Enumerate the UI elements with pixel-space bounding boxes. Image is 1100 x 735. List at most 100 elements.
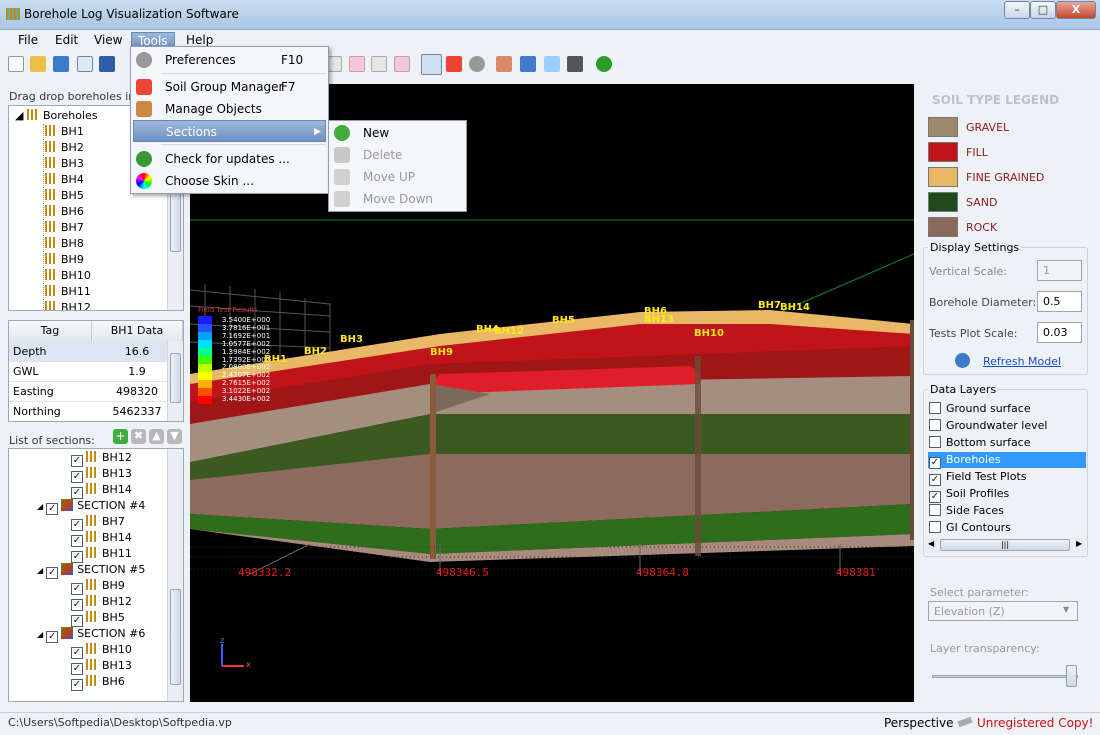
borehole-label[interactable]: BH3 (340, 334, 363, 345)
borehole-label[interactable]: BH1 (264, 354, 287, 365)
tree-item-borehole[interactable]: ✓ BH13 (71, 658, 132, 675)
vertical-scale-input[interactable]: 1 (1037, 260, 1082, 281)
tree-item-borehole[interactable]: BH4 (45, 172, 84, 188)
menu-file[interactable]: File (12, 32, 44, 49)
export-icon[interactable] (520, 56, 536, 72)
delete-section-icon[interactable]: ✖ (131, 429, 146, 444)
layer-checkbox[interactable] (929, 504, 941, 516)
refresh-icon[interactable] (955, 353, 970, 368)
tree-item-borehole[interactable]: ✓ BH14 (71, 530, 132, 547)
scroll-thumb[interactable] (170, 353, 181, 403)
tree-item-section[interactable]: ◢ ✓ SECTION #6 (37, 626, 145, 643)
scroll-thumb[interactable]: ||| (940, 539, 1070, 551)
add-section-icon[interactable]: + (113, 429, 128, 444)
borehole-label[interactable]: BH14 (780, 302, 810, 313)
section-checkbox[interactable]: ✓ (46, 631, 59, 643)
boreholes-toggle-icon[interactable] (421, 54, 442, 75)
tests-scale-input[interactable]: 0.03 (1037, 322, 1082, 343)
layers-hscrollbar[interactable]: ◀ ||| ▶ (926, 538, 1086, 553)
layer-checkbox[interactable] (929, 419, 941, 431)
section-checkbox[interactable]: ✓ (46, 567, 59, 579)
borehole-checkbox[interactable]: ✓ (71, 679, 83, 691)
document-icon[interactable] (544, 56, 560, 72)
menu-item-soil-group-manager[interactable]: Soil Group Manager F7 (133, 76, 326, 98)
cube-top-icon[interactable] (394, 56, 410, 72)
move-up-icon[interactable]: ▲ (149, 429, 164, 444)
borehole-label[interactable]: BH9 (430, 347, 453, 358)
transparency-slider-track[interactable] (932, 675, 1078, 678)
tree-item-borehole[interactable]: ✓ BH9 (71, 578, 125, 595)
borehole-label[interactable]: BH2 (304, 346, 327, 357)
layer-item[interactable]: Side Faces (928, 503, 1086, 519)
layer-checkbox[interactable] (929, 436, 941, 448)
tree-root[interactable]: ◢ Boreholes (15, 108, 98, 124)
gear-icon[interactable] (469, 56, 485, 72)
menu-item-check-updates[interactable]: Check for updates ... (133, 148, 326, 170)
layer-item[interactable]: Groundwater level (928, 418, 1086, 434)
tree-item-borehole[interactable]: BH8 (45, 236, 84, 252)
submenu-item-move-up[interactable]: Move UP (331, 166, 464, 188)
tree-item-borehole[interactable]: ✓ BH10 (71, 642, 132, 659)
import-icon[interactable] (53, 56, 69, 72)
menu-item-preferences[interactable]: Preferences F10 (133, 49, 326, 71)
tree-item-section[interactable]: ◢ ✓ SECTION #5 (37, 562, 145, 579)
tree-item-borehole[interactable]: BH5 (45, 188, 84, 204)
diameter-input[interactable]: 0.5 (1037, 291, 1082, 312)
layer-checkbox[interactable]: ✓ (929, 474, 941, 486)
collapse-icon[interactable]: ◢ (37, 630, 43, 639)
move-down-icon[interactable]: ▼ (167, 429, 182, 444)
tree-item-borehole[interactable]: ✓ BH11 (71, 546, 132, 563)
borehole-label[interactable]: BH13 (644, 314, 674, 325)
collapse-icon[interactable]: ◢ (37, 566, 43, 575)
help-icon[interactable] (596, 56, 612, 72)
scroll-left-icon[interactable]: ◀ (928, 539, 934, 548)
layer-item[interactable]: ✓ Boreholes (928, 452, 1086, 469)
tree-item-borehole[interactable]: ✓ BH7 (71, 514, 125, 531)
section-checkbox[interactable]: ✓ (46, 503, 59, 515)
refresh-model-link[interactable]: Refresh Model (983, 355, 1061, 368)
layer-checkbox[interactable] (929, 521, 941, 533)
tree-item-borehole[interactable]: BH10 (45, 268, 91, 284)
borehole-label[interactable]: BH12 (494, 326, 524, 337)
scroll-thumb[interactable] (170, 589, 181, 685)
tree-item-borehole[interactable]: BH12 (45, 300, 91, 310)
layer-item[interactable]: Ground surface (928, 401, 1086, 417)
layer-item[interactable]: GI Contours (928, 520, 1086, 536)
tree-item-borehole[interactable]: BH11 (45, 284, 91, 300)
open-folder-icon[interactable] (30, 56, 46, 72)
collapse-icon[interactable]: ◢ (37, 502, 43, 511)
tree-item-borehole[interactable]: BH2 (45, 140, 84, 156)
tree-item-borehole[interactable]: ✓ BH12 (71, 594, 132, 611)
tree-item-borehole[interactable]: ✓ BH12 (71, 450, 132, 467)
collapse-icon[interactable]: ◢ (15, 109, 23, 122)
submenu-item-new[interactable]: New (331, 122, 464, 144)
tree-item-borehole[interactable]: ✓ BH5 (71, 610, 125, 627)
minimize-button[interactable]: – (1004, 1, 1030, 19)
borehole-label[interactable]: BH7 (758, 300, 781, 311)
cube-side-icon[interactable] (371, 56, 387, 72)
borehole-label[interactable]: BH10 (694, 328, 724, 339)
tree-item-borehole[interactable]: ✓ BH13 (71, 466, 132, 483)
cube-front-icon[interactable] (349, 56, 365, 72)
select-parameter-dropdown[interactable]: Elevation (Z) (928, 601, 1078, 621)
submenu-item-delete[interactable]: Delete (331, 144, 464, 166)
close-button[interactable]: X (1056, 1, 1096, 19)
borehole-label[interactable]: BH5 (552, 315, 575, 326)
tree-item-borehole[interactable]: BH6 (45, 204, 84, 220)
scroll-right-icon[interactable]: ▶ (1076, 539, 1082, 548)
soil-group-icon[interactable] (446, 56, 462, 72)
submenu-item-move-down[interactable]: Move Down (331, 188, 464, 210)
tree-item-borehole[interactable]: BH3 (45, 156, 84, 172)
layer-checkbox[interactable] (929, 402, 941, 414)
maximize-button[interactable]: □ (1030, 1, 1056, 19)
layer-item[interactable]: ✓ Field Test Plots (928, 469, 1086, 486)
tree-item-borehole[interactable]: BH9 (45, 252, 84, 268)
props-scrollbar[interactable] (167, 341, 183, 421)
menu-item-choose-skin[interactable]: Choose Skin ... (133, 170, 326, 192)
menu-item-sections[interactable]: Sections ▶ (133, 120, 326, 142)
menu-edit[interactable]: Edit (49, 32, 84, 49)
sections-scrollbar[interactable] (167, 449, 183, 701)
tree-item-borehole[interactable]: BH1 (45, 124, 84, 140)
sections-tree[interactable]: ✓ BH12 ✓ BH13 ✓ BH14 ◢ ✓ SECTION #4 ✓ BH7 ✓ BH14 ✓ BH1… (8, 448, 184, 702)
print-icon[interactable] (567, 56, 583, 72)
